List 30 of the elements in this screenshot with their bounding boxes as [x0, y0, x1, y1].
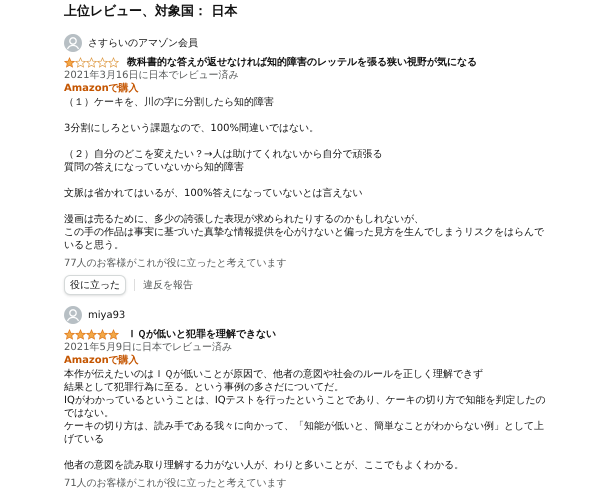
review-text-line: 他者の意図を読み取り理解する力がない人が、わりと多いことが、ここでもよくわかる。 — [64, 459, 465, 472]
review-text-line: いると思う。 — [64, 239, 125, 252]
verified-purchase-label: Amazonで購入 — [64, 82, 139, 95]
review-text-line: （１）ケーキを、川の字に分割したら知的障害 — [64, 96, 275, 109]
avatar-icon — [64, 306, 82, 324]
review-text-line: ケーキの切り方は、読み手である我々に向かって、「知能が低いと、簡単なことがわからない例」として上 — [64, 420, 545, 433]
review-text-line: 結果として犯罪行為に至る。という事例の多さだについてだ。 — [64, 381, 345, 394]
helpful-count: 71人のお客様がこれが役に立ったと考えています — [64, 477, 288, 490]
review-text-line: （２）自分のどこを変えたい？→人は助けてくれないから自分で頑張る — [64, 148, 384, 161]
review-text-line: ではない。 — [64, 407, 115, 420]
review-date: 2021年5月9日に日本でレビュー済み — [64, 341, 234, 354]
helpful-button[interactable]: 役に立った — [64, 275, 126, 295]
verified-purchase-label: Amazonで購入 — [64, 354, 139, 367]
reviewer-name[interactable]: miya93 — [88, 308, 126, 322]
review-text-line: 3分割にしろという課題なので、100%間違いではない。 — [64, 122, 320, 135]
review-text-line: 質問の答えになっていないから知的障害 — [64, 161, 245, 174]
helpful-count: 77人のお客様がこれが役に立ったと考えています — [64, 257, 288, 270]
review-text-line: 漫画は売るために、多少の誇張した表現が求められたりするのかもしれないが、 — [64, 213, 425, 226]
review-text-line: 本作が伝えたいのはＩＱが低いことが原因で、他者の意図や社会のルールを正しく理解できず — [64, 368, 484, 381]
review-text-line: IQがわかっているということは、IQテストを行ったということであり、ケーキの切り方で知能を判定したの — [64, 394, 547, 407]
section-heading: 上位レビュー、対象国： 日本 — [64, 3, 239, 21]
avatar-icon — [64, 34, 82, 52]
review-text-line: げている — [64, 433, 105, 446]
review-title[interactable]: ＩＱが低いと犯罪を理解できない — [127, 327, 276, 342]
review-text-line: この手の作品は事実に基づいた真摯な情報提供を心がけないと偏った見方を生んでしまうリスクをはらんで — [64, 226, 545, 239]
reviewer-name[interactable]: さすらいのアマゾン会員 — [88, 36, 198, 50]
review-date: 2021年3月16日に日本でレビュー済み — [64, 69, 240, 82]
review-text-line: 文脈は省かれてはいるが、100%答えになっていないとは言えない — [64, 187, 364, 200]
review-title[interactable]: 教科書的な答えが返せなければ知的障害のレッテルを張る狭い視野が気になる — [127, 55, 477, 70]
report-abuse-link[interactable]: 違反を報告 — [143, 278, 193, 292]
